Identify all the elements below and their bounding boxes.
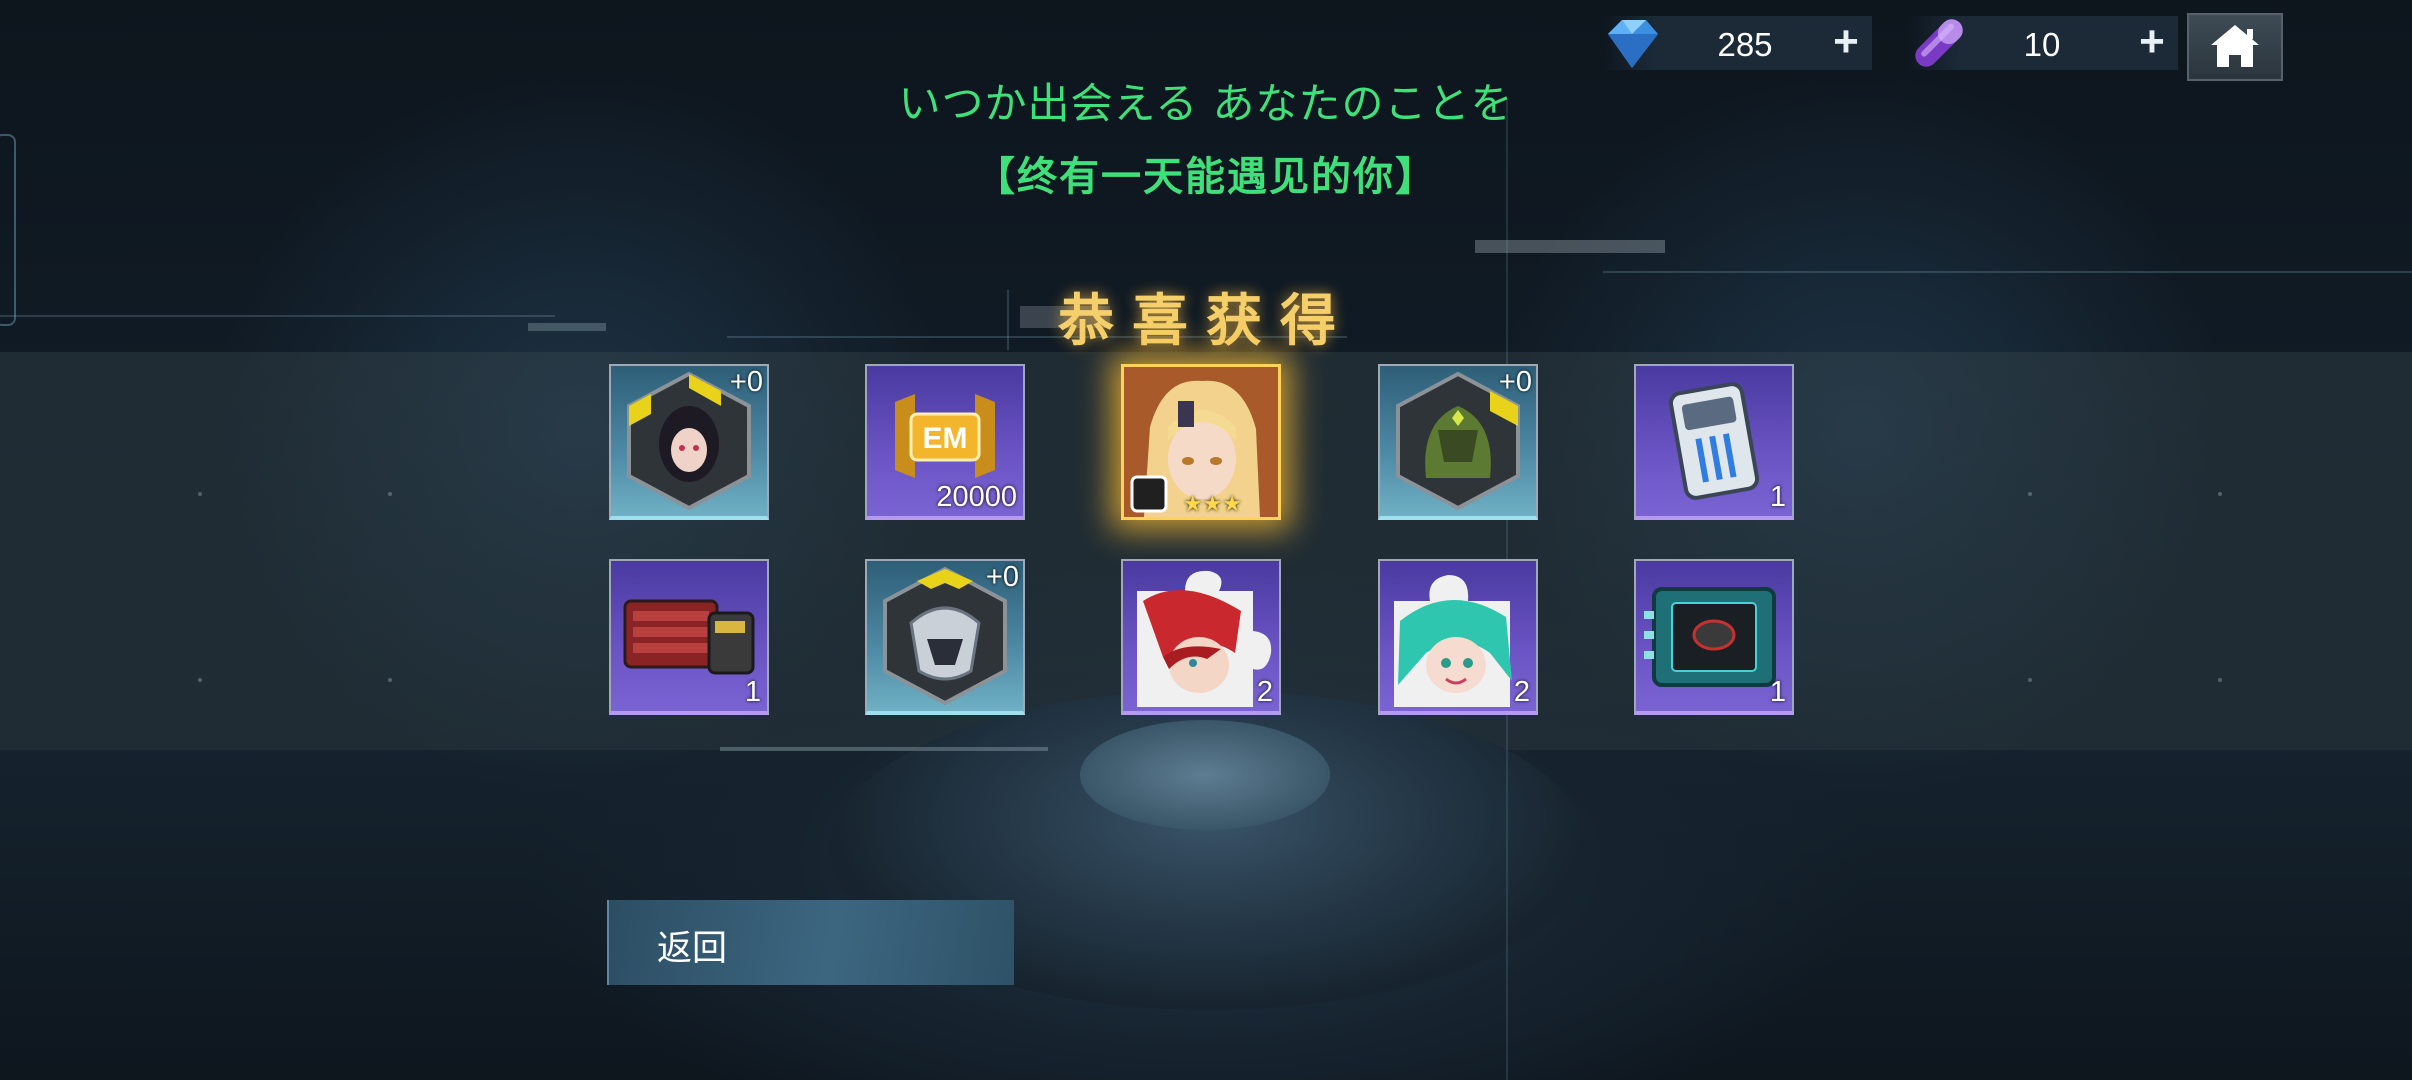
processor-chip-icon — [1644, 587, 1776, 687]
grid-dot — [198, 492, 202, 496]
grid-dot — [388, 678, 392, 682]
capsule-currency-bar: 10 + — [1906, 16, 2178, 70]
reward-item[interactable]: 2 — [1121, 559, 1281, 715]
grid-dot — [2028, 678, 2032, 682]
grid-dot — [2028, 492, 2032, 496]
gem-count: 285 — [1717, 26, 1773, 63]
reward-item[interactable]: 1 — [1634, 364, 1794, 520]
purple-capsule-icon — [1915, 19, 1963, 67]
grid-dot — [198, 678, 202, 682]
svg-text:EM: EM — [923, 422, 968, 455]
item-quantity: 1 — [1769, 481, 1786, 513]
item-quantity: 1 — [744, 676, 761, 708]
reward-item[interactable]: 1 — [1634, 559, 1794, 715]
add-gem-button[interactable]: + — [1824, 20, 1868, 64]
item-quantity: 1 — [1769, 676, 1786, 708]
reward-item[interactable]: ★★★ — [1121, 364, 1281, 520]
decor-line — [1603, 271, 2412, 273]
decor-line — [720, 747, 1048, 751]
battery-pack-icon — [623, 599, 755, 675]
grid-dot — [388, 492, 392, 496]
grid-dot — [2218, 678, 2222, 682]
green-hair-puzzle-piece-icon — [1394, 575, 1512, 707]
reward-item[interactable]: +0 — [1378, 364, 1538, 520]
gem-currency-bar: 285 + — [1600, 16, 1872, 70]
reward-item[interactable]: EM 20000 — [865, 364, 1025, 520]
song-title-chinese: 【终有一天能遇见的你】 — [975, 154, 1437, 200]
red-hair-puzzle-piece-icon — [1137, 570, 1272, 707]
enhance-level: +0 — [1498, 366, 1532, 398]
congrats-title: 恭喜获得 — [1058, 289, 1354, 354]
item-quantity: 2 — [1513, 676, 1530, 708]
enhance-level: +0 — [729, 366, 763, 398]
item-quantity: 20000 — [936, 481, 1017, 513]
add-capsule-button[interactable]: + — [2130, 20, 2174, 64]
capsule-count: 10 — [2023, 26, 2061, 63]
reward-item[interactable]: 2 — [1378, 559, 1538, 715]
song-title-japanese: いつか出会える あなたのことを — [898, 79, 1514, 128]
star-rating: ★★★ — [1182, 491, 1242, 516]
blue-gem-icon — [1608, 20, 1658, 68]
enhance-level: +0 — [985, 561, 1019, 593]
reward-item[interactable]: +0 — [609, 364, 769, 520]
grid-dot — [2218, 492, 2222, 496]
decor-line — [1475, 240, 1665, 253]
item-quantity: 2 — [1256, 676, 1273, 708]
device-chip-icon — [1668, 382, 1760, 500]
reward-item[interactable]: +0 — [865, 559, 1025, 715]
reward-item[interactable]: 1 — [609, 559, 769, 715]
return-button[interactable]: 返回 — [607, 900, 1014, 985]
return-button-label: 返回 — [657, 929, 728, 969]
pedestal-core-decoration — [1080, 720, 1330, 830]
